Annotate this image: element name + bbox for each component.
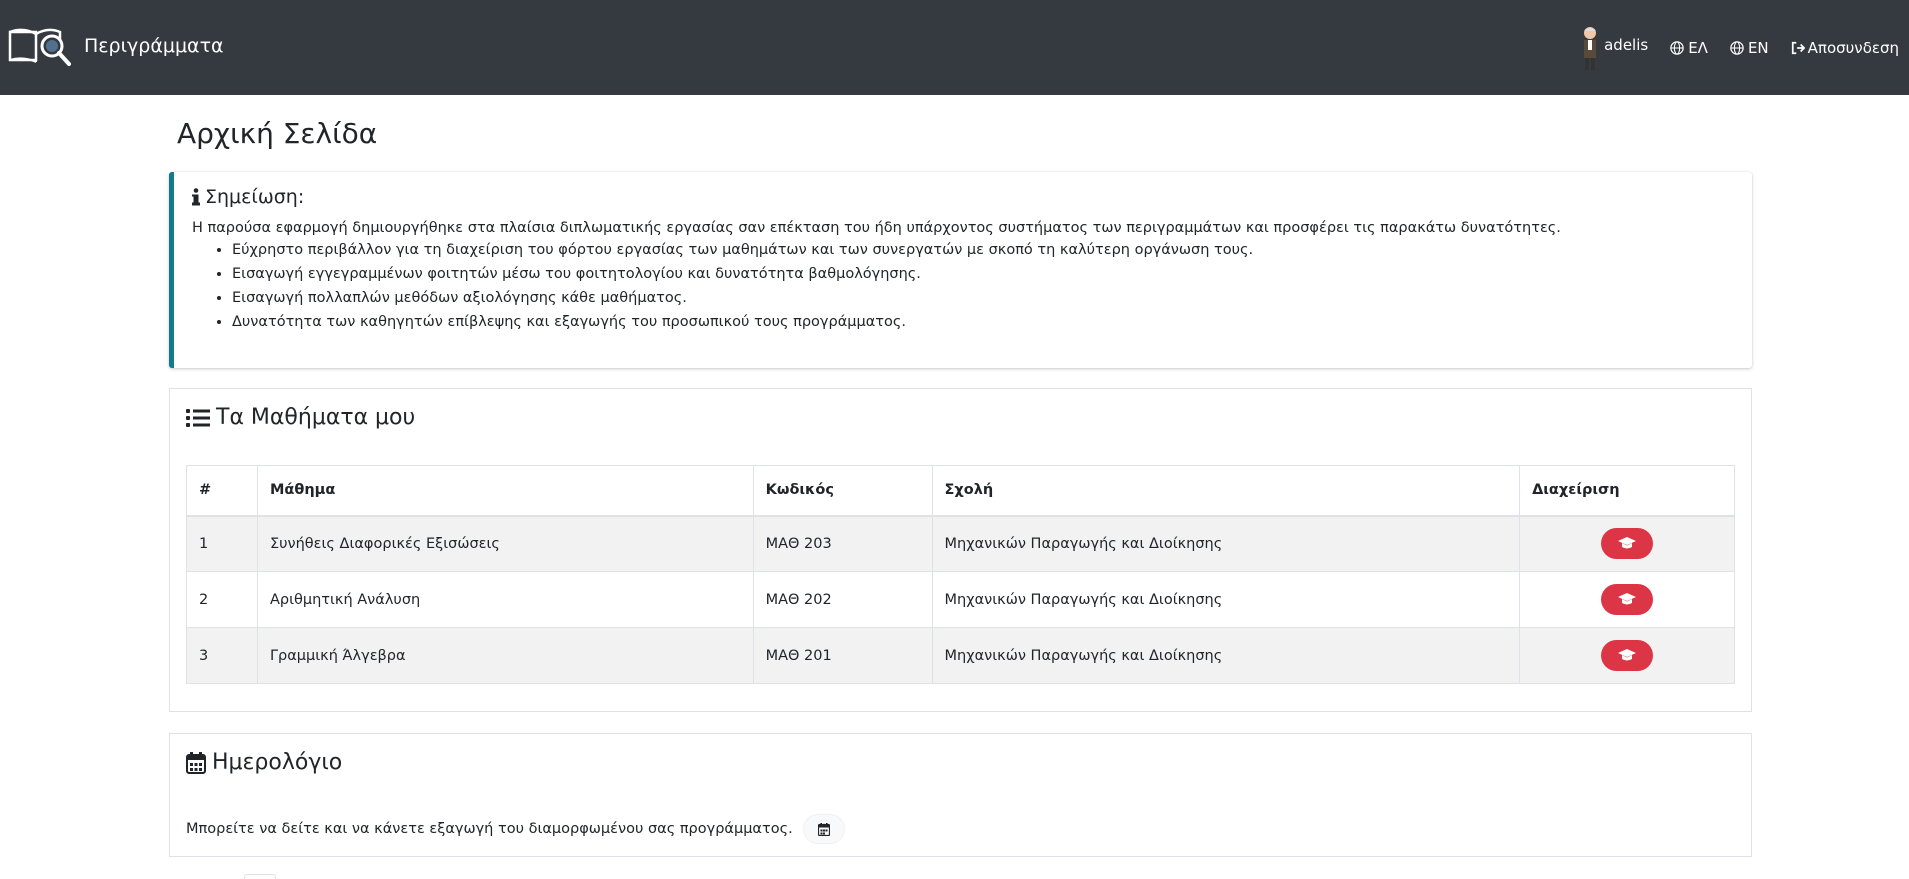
graduation-cap-icon	[1618, 537, 1637, 549]
note-title: Σημείωση:	[205, 186, 305, 208]
lang-el-link[interactable]: ΕΛ	[1670, 39, 1708, 57]
calendar-title: Ημερολόγιο	[212, 750, 343, 775]
table-row: 2 Αριθμητική Ανάλυση ΜΑΘ 202 Μηχανικών Π…	[186, 571, 1735, 628]
calendar-card: Ημερολόγιο Μπορείτε να δείτε και να κάνε…	[169, 733, 1752, 857]
manage-course-button[interactable]	[1601, 528, 1654, 560]
calendar-icon	[186, 751, 206, 774]
header-course: Μάθημα	[256, 465, 754, 517]
cell-num: 1	[186, 515, 258, 572]
list-item: Εισαγωγή πολλαπλών μεθόδων αξιολόγησης κ…	[232, 286, 1734, 310]
logout-link[interactable]: Αποσυνδεση	[1791, 39, 1899, 57]
calendar-icon	[817, 822, 830, 836]
courses-table: # Μάθημα Κωδικός Σχολή Διαχείριση 1 Συνή…	[186, 465, 1735, 684]
cell-manage	[1519, 571, 1735, 628]
sign-out-icon	[1791, 41, 1805, 54]
lang-en-link[interactable]: EN	[1730, 39, 1769, 57]
courses-card-title: Τα Μαθήματα μου	[186, 405, 415, 430]
page-title: Αρχική Σελίδα	[177, 117, 378, 150]
lang-en-label: EN	[1747, 38, 1769, 57]
manage-course-button[interactable]	[1601, 584, 1654, 615]
list-item: Εισαγωγή εγγεγραμμένων φοιτητών μέσω του…	[232, 262, 1734, 286]
globe-icon	[1730, 40, 1744, 55]
cell-num: 3	[186, 627, 258, 684]
manage-course-button[interactable]	[1601, 640, 1654, 671]
brand-link[interactable]: Περιγράμματα	[8, 24, 224, 68]
cell-school: Μηχανικών Παραγωγής και Διοίκησης	[931, 571, 1521, 628]
calendar-description: Μπορείτε να δείτε και να κάνετε εξαγωγή …	[186, 821, 793, 837]
globe-icon	[1670, 40, 1684, 55]
cell-course: Γραμμική Άλγεβρα	[256, 627, 754, 684]
note-callout: Σημείωση: Η παρούσα εφαρμογή δημιουργήθη…	[169, 172, 1752, 368]
table-row: 1 Συνήθεις Διαφορικές Εξισώσεις ΜΑΘ 203 …	[186, 515, 1735, 572]
note-title-row: Σημείωση:	[192, 186, 1734, 208]
header-code: Κωδικός	[752, 465, 933, 517]
header-manage: Διαχείριση	[1519, 465, 1735, 517]
export-calendar-button[interactable]	[802, 814, 845, 844]
cell-school: Μηχανικών Παραγωγής και Διοίκησης	[931, 627, 1521, 684]
graduation-cap-icon	[1618, 593, 1637, 605]
calendar-description-row: Μπορείτε να δείτε και να κάνετε εξαγωγή …	[186, 814, 845, 844]
avatar	[1584, 26, 1597, 70]
table-header-row: # Μάθημα Κωδικός Σχολή Διαχείριση	[186, 465, 1735, 517]
list-item: Δυνατότητα των καθηγητών επίβλεψης και ε…	[232, 310, 1734, 334]
username: adelis	[1604, 35, 1649, 54]
partial-element-below-fold	[244, 874, 276, 879]
brand-title: Περιγράμματα	[84, 35, 224, 57]
my-courses-card: Τα Μαθήματα μου # Μάθημα Κωδικός Σχολή Δ…	[169, 388, 1752, 712]
cell-num: 2	[186, 571, 258, 628]
cell-manage	[1519, 627, 1735, 684]
cell-school: Μηχανικών Παραγωγής και Διοίκησης	[931, 515, 1521, 572]
header-school: Σχολή	[931, 465, 1521, 517]
top-navbar: Περιγράμματα adelis ΕΛ EN Αποσυνδεση	[0, 0, 1909, 95]
user-menu[interactable]: adelis	[1578, 24, 1648, 72]
list-icon	[186, 408, 210, 427]
cell-course: Συνήθεις Διαφορικές Εξισώσεις	[256, 515, 754, 572]
logout-label: Αποσυνδεση	[1807, 38, 1899, 57]
table-row: 3 Γραμμική Άλγεβρα ΜΑΘ 201 Μηχανικών Παρ…	[186, 627, 1735, 684]
info-icon	[192, 188, 200, 206]
note-intro: Η παρούσα εφαρμογή δημιουργήθηκε στα πλα…	[192, 220, 1561, 236]
nav-right-menu: adelis ΕΛ EN Αποσυνδεση	[1578, 0, 1899, 95]
list-item: Εύχρηστο περιβάλλον για τη διαχείριση το…	[232, 238, 1734, 262]
cell-code: ΜΑΘ 201	[752, 627, 933, 684]
header-num: #	[186, 465, 258, 517]
lang-el-label: ΕΛ	[1688, 38, 1708, 57]
cell-code: ΜΑΘ 203	[752, 515, 933, 572]
cell-code: ΜΑΘ 202	[752, 571, 933, 628]
calendar-card-title: Ημερολόγιο	[186, 750, 342, 775]
courses-title: Τα Μαθήματα μου	[216, 405, 416, 430]
graduation-cap-icon	[1618, 649, 1637, 661]
main-content: Αρχική Σελίδα Σημείωση: Η παρούσα εφαρμο…	[169, 95, 1752, 857]
features-list: Εύχρηστο περιβάλλον για τη διαχείριση το…	[232, 238, 1734, 334]
book-search-logo-icon	[8, 28, 71, 66]
cell-course: Αριθμητική Ανάλυση	[256, 571, 754, 628]
cell-manage	[1519, 515, 1735, 572]
